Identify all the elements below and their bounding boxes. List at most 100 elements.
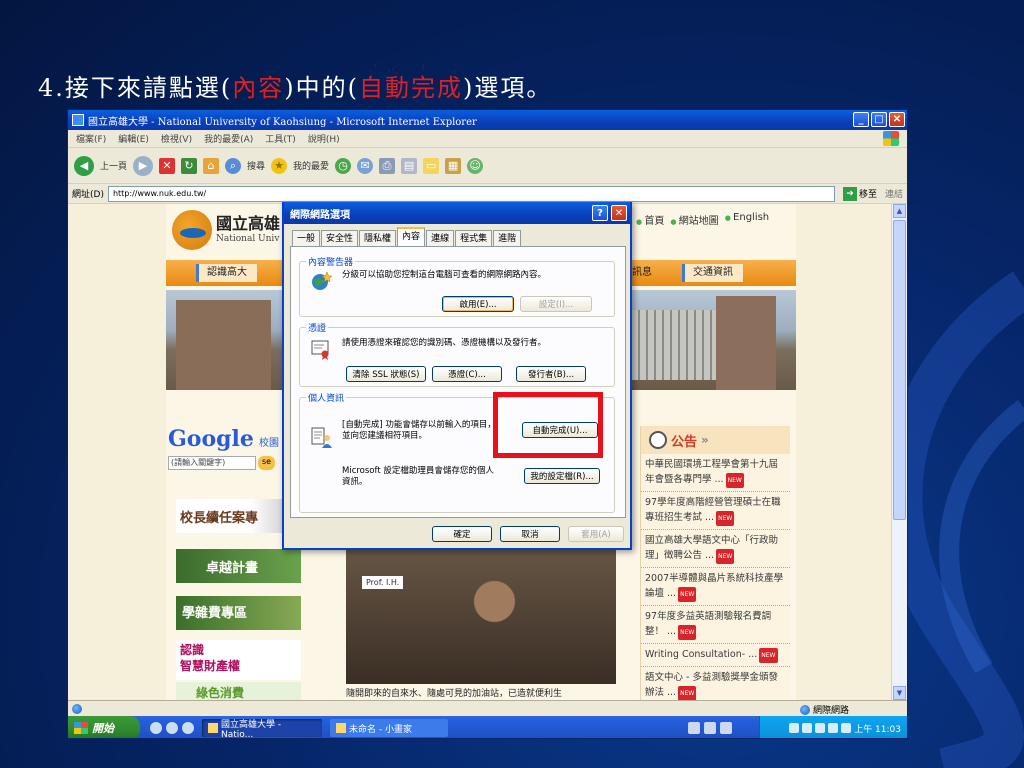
research-icon[interactable]: ▦: [445, 157, 462, 174]
help-icon[interactable]: ?: [592, 205, 608, 221]
banner-tuition[interactable]: 學雜費專區: [176, 596, 301, 630]
ie-task-icon: [208, 723, 218, 733]
dialog-title: 網際網路選項: [290, 209, 350, 221]
site-search-input[interactable]: (請輸入關鍵字): [168, 456, 256, 470]
print-icon[interactable]: ⎙: [379, 157, 396, 174]
tab-advanced[interactable]: 進階: [493, 230, 522, 246]
announce-title: 公告: [671, 434, 698, 450]
mail-icon[interactable]: ✉: [357, 157, 374, 174]
menu-view[interactable]: 檢視(V): [161, 132, 192, 145]
ok-button[interactable]: 確定: [432, 526, 492, 542]
edit-icon[interactable]: ▤: [401, 157, 418, 174]
tray-icon[interactable]: [841, 723, 852, 733]
menu-favorites[interactable]: 我的最愛(A): [204, 132, 253, 145]
back-icon[interactable]: ◀: [74, 155, 94, 176]
volume-icon[interactable]: [828, 723, 839, 733]
clear-ssl-button[interactable]: 清除 SSL 狀態(S): [346, 366, 426, 382]
announcement-item[interactable]: 97學年度高階經營管理碩士在職專班招生考試 ... NEW: [641, 492, 790, 530]
scroll-up-icon[interactable]: ▲: [893, 204, 906, 218]
quick-launch-icon[interactable]: [182, 722, 194, 734]
refresh-icon[interactable]: ↻: [181, 157, 198, 174]
maximize-button[interactable]: □: [871, 112, 887, 127]
taskbar: 開始 國立高雄大學 - Natio... 未命名 - 小畫家 上午 11:03: [68, 716, 907, 738]
announce-more-icon[interactable]: »: [701, 433, 709, 447]
tab-security[interactable]: 安全性: [321, 230, 359, 246]
tab-privacy[interactable]: 隱私權: [359, 230, 397, 246]
menu-edit[interactable]: 編輯(E): [118, 132, 149, 145]
network-icon[interactable]: [789, 723, 800, 733]
tray-icon[interactable]: [802, 723, 813, 733]
nav-transport[interactable]: 交通資訊: [682, 264, 743, 282]
announcement-item[interactable]: Writing Consultation- ... NEW: [641, 644, 790, 667]
ie-titlebar[interactable]: 國立高雄大學 - National University of Kaohsiun…: [68, 110, 907, 130]
announcement-item[interactable]: 97年度多益英語測驗報名費調整！ ... NEW: [641, 606, 790, 644]
news-photo[interactable]: [346, 534, 616, 684]
search-label[interactable]: 搜尋: [247, 159, 265, 172]
keyboard-icon[interactable]: [688, 722, 700, 734]
tray-icon[interactable]: [815, 723, 826, 733]
messenger-icon[interactable]: ☺: [467, 157, 484, 174]
favorites-label[interactable]: 我的最愛: [293, 159, 329, 172]
discuss-icon[interactable]: ▭: [423, 157, 440, 174]
close-button[interactable]: ✕: [889, 112, 905, 127]
links-label[interactable]: 連結: [885, 187, 903, 200]
link-english[interactable]: English: [725, 212, 769, 227]
menu-help[interactable]: 說明(H): [308, 132, 340, 145]
apply-button[interactable]: 套用(A): [568, 526, 624, 542]
tab-programs[interactable]: 程式集: [455, 230, 493, 246]
enable-button[interactable]: 啟用(E)...: [442, 296, 514, 312]
search-icon[interactable]: ⌕: [225, 157, 242, 174]
address-input[interactable]: http://www.nuk.edu.tw/: [107, 185, 835, 202]
announcement-item[interactable]: 語文中心 - 多益測驗獎學金頒發辦法 ... NEW: [641, 667, 790, 700]
certificates-legend: 憑證: [306, 321, 329, 334]
link-home[interactable]: 首頁: [636, 212, 664, 227]
tab-connections[interactable]: 連線: [426, 230, 455, 246]
quick-launch-icon[interactable]: [150, 722, 162, 734]
home-icon[interactable]: ⌂: [203, 157, 220, 174]
clock: 上午 11:03: [854, 724, 901, 735]
university-logo[interactable]: [172, 210, 212, 250]
announcement-item[interactable]: 國立高雄大學語文中心「行政助理」徵聘公告 ... NEW: [641, 530, 790, 568]
certificates-group: 憑證 請使用憑證來確認您的識別碼、憑證機構以及發行者。 清除 SSL 狀態(S)…: [299, 321, 615, 387]
back-label[interactable]: 上一頁: [100, 159, 127, 172]
menu-tools[interactable]: 工具(T): [265, 132, 296, 145]
link-sitemap[interactable]: 網站地圖: [670, 212, 719, 227]
favorites-star-icon[interactable]: ★: [271, 157, 288, 174]
history-icon[interactable]: ◷: [335, 157, 352, 174]
start-label: 開始: [92, 722, 114, 735]
go-button[interactable]: ➜ 移至: [842, 186, 877, 201]
settings-button[interactable]: 設定(I)...: [520, 296, 592, 312]
content-advisor-group: 內容警告器 分級可以協助您控制這台電腦可查看的網際網路內容。 啟用(E)... …: [299, 255, 615, 317]
google-logo: Google: [168, 426, 254, 452]
scroll-thumb[interactable]: [893, 220, 906, 520]
start-button[interactable]: 開始: [68, 716, 140, 738]
tab-general[interactable]: 一般: [292, 230, 321, 246]
banner-excellence[interactable]: 卓越計畫: [176, 549, 301, 583]
menu-file[interactable]: 檔案(F): [76, 132, 106, 145]
scroll-down-icon[interactable]: ▼: [893, 686, 906, 700]
pen-icon[interactable]: [704, 722, 716, 734]
stop-icon[interactable]: ✕: [159, 157, 176, 174]
dialog-titlebar[interactable]: 網際網路選項 ? ✕: [284, 202, 630, 224]
forward-icon[interactable]: ▶: [133, 155, 154, 176]
announcement-item[interactable]: 中華民國環境工程學會第十九屆年會暨各專門學 ... NEW: [641, 454, 790, 492]
certificates-button[interactable]: 憑證(C)...: [432, 366, 502, 382]
tab-content[interactable]: 內容: [397, 227, 426, 246]
task-ie[interactable]: 國立高雄大學 - Natio...: [202, 719, 322, 738]
banner-green[interactable]: 綠色消費: [176, 682, 301, 700]
quick-launch-icon[interactable]: [166, 722, 178, 734]
vertical-scrollbar[interactable]: ▲ ▼: [891, 204, 907, 700]
announce-bullet-icon: [649, 431, 667, 449]
announcement-item[interactable]: 2007半導體與晶片系統科技產學論壇 ... NEW: [641, 568, 790, 606]
task-paint[interactable]: 未命名 - 小畫家: [330, 719, 448, 737]
my-profile-button[interactable]: 我的設定檔(R)...: [524, 468, 600, 484]
cancel-button[interactable]: 取消: [500, 526, 560, 542]
dialog-close-icon[interactable]: ✕: [611, 205, 627, 221]
menu-bar: 檔案(F) 編輯(E) 檢視(V) 我的最愛(A) 工具(T) 說明(H): [68, 130, 907, 148]
publishers-button[interactable]: 發行者(B)...: [516, 366, 586, 382]
site-search-button[interactable]: se: [258, 456, 276, 470]
nav-about[interactable]: 認識高大: [196, 264, 257, 282]
minimize-button[interactable]: _: [853, 112, 869, 127]
ime-icon[interactable]: [720, 722, 732, 734]
banner-ip[interactable]: 認識 智慧財產權: [176, 640, 301, 680]
